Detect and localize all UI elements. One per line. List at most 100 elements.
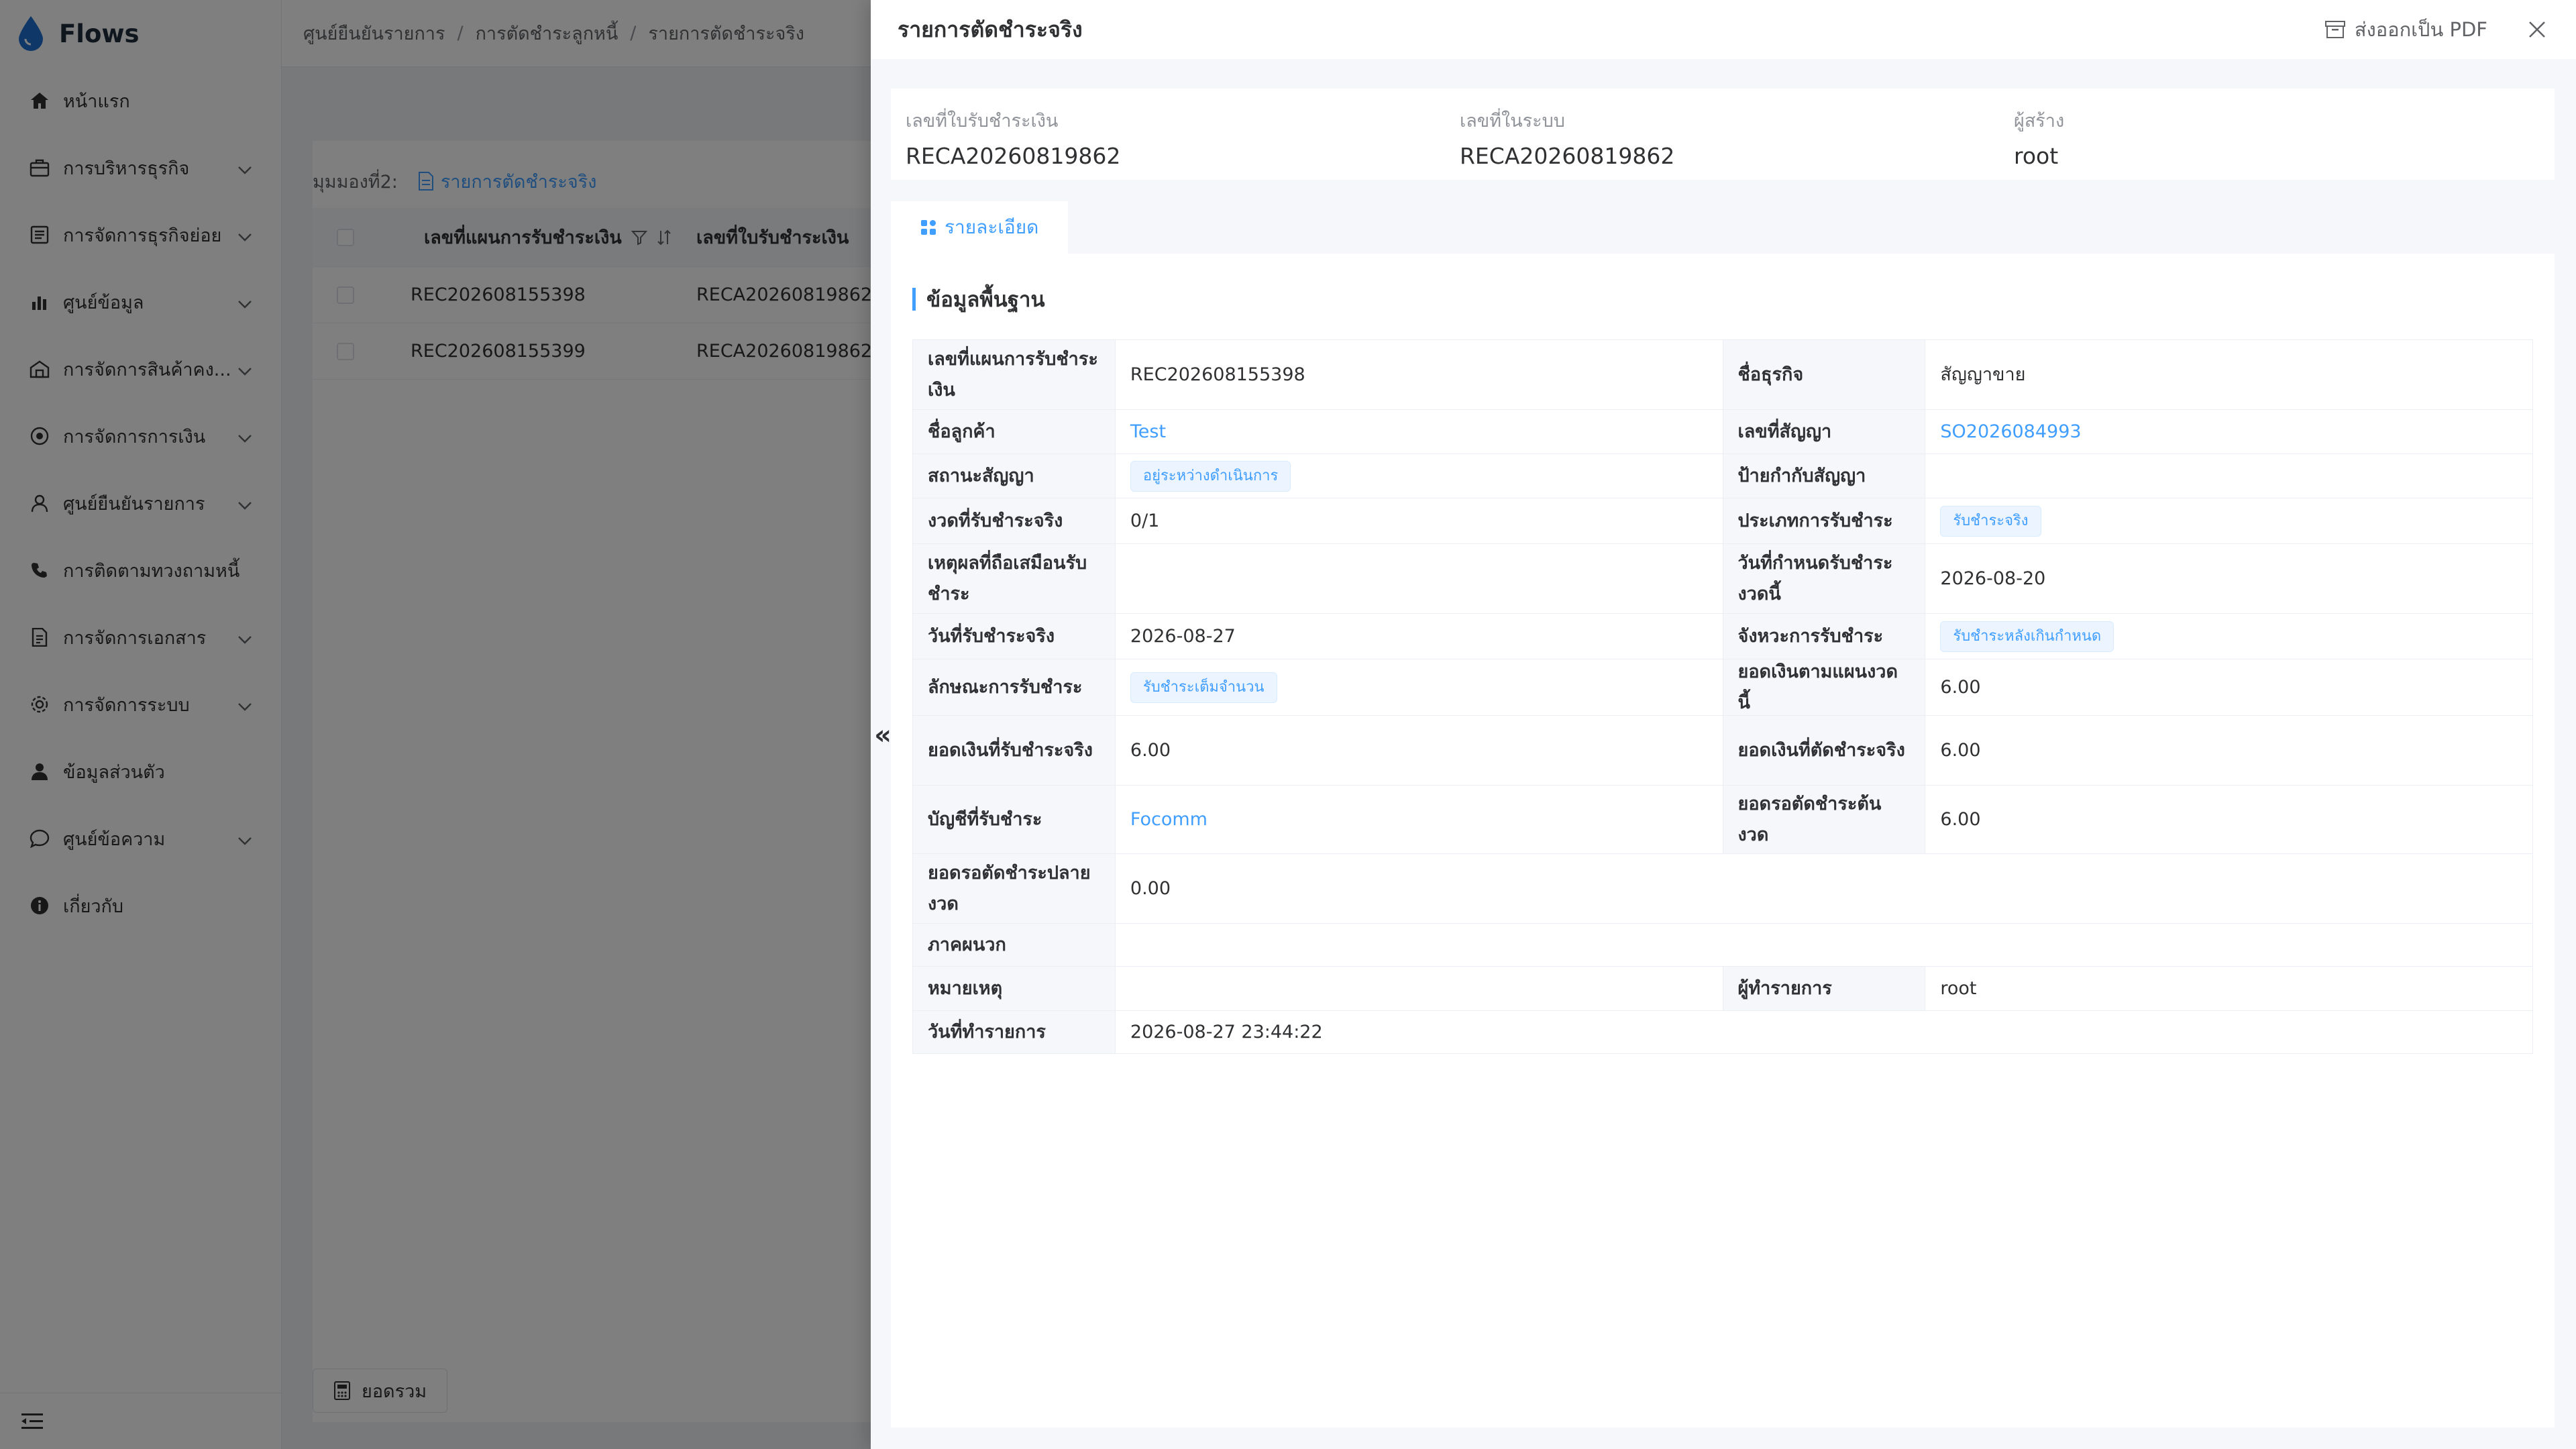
field-value: รับชำระหลังเกินกำหนด [1925, 614, 2533, 659]
field-label: ผู้ทำรายการ [1723, 967, 1926, 1011]
field-label: ภาคผนวก [913, 924, 1116, 967]
field-text: 0.00 [1130, 877, 1171, 899]
field-value: Test [1115, 410, 1723, 454]
field-label: สถานะสัญญา [913, 454, 1116, 498]
field-value: รับชำระจริง [1925, 498, 2533, 544]
field-value: 6.00 [1925, 786, 2533, 854]
field-value: สัญญาขาย [1925, 340, 2533, 410]
field-value: 0.00 [1115, 854, 2533, 924]
description-row: วันที่รับชำระจริง 2026-08-27 จังหวะการรับช… [913, 614, 2533, 659]
field-value: รับชำระเต็มจำนวน [1115, 659, 1723, 716]
field-label: เลขที่สัญญา [1723, 410, 1926, 454]
field-text: 2026-08-27 23:44:22 [1130, 1021, 1323, 1042]
field-label: ยอดเงินที่รับชำระจริง [913, 716, 1116, 786]
description-row: เลขที่แผนการรับชำระเงิน REC202608155398 ชื… [913, 340, 2533, 410]
close-icon [2529, 21, 2545, 38]
meta-summary: เลขที่ใบรับชำระเงิน RECA20260819862 เลขท… [891, 89, 2555, 180]
meta-label: เลขที่ใบรับชำระเงิน [906, 111, 1059, 131]
description-row: ยอดเงินที่รับชำระจริง 6.00 ยอดเงินที่ตัดชำ… [913, 716, 2533, 786]
field-text: 6.00 [1940, 739, 1981, 761]
field-value [1115, 544, 1723, 614]
field-value: 2026-08-27 [1115, 614, 1723, 659]
field-value: 6.00 [1925, 716, 2533, 786]
meta-value: root [2014, 143, 2059, 169]
tab-label: รายละเอียด [945, 216, 1039, 238]
drawer-collapse-toggle[interactable]: « [871, 715, 895, 755]
field-text: 6.00 [1940, 676, 1981, 698]
field-label: ยอดรอตัดชำระต้นงวด [1723, 786, 1926, 854]
details-panel: ข้อมูลพื้นฐาน เลขที่แผนการรับชำระเงิน REC… [891, 254, 2555, 1428]
field-value: Focomm [1115, 786, 1723, 854]
field-value: 6.00 [1115, 716, 1723, 786]
description-table: เลขที่แผนการรับชำระเงิน REC202608155398 ชื… [912, 339, 2533, 1054]
field-value: อยู่ระหว่างดำเนินการ [1115, 454, 1723, 498]
description-row: ยอดรอตัดชำระปลายงวด 0.00 [913, 854, 2533, 924]
field-label: บัญชีที่รับชำระ [913, 786, 1116, 854]
meta-item: ผู้สร้าง root [1999, 89, 2553, 180]
field-text: root [1940, 977, 1977, 999]
field-text: 0/1 [1130, 510, 1160, 531]
description-row: ชื่อลูกค้า Test เลขที่สัญญา SO2026084993 [913, 410, 2533, 454]
close-button[interactable] [2525, 17, 2549, 42]
field-label: เหตุผลที่ถือเสมือนรับชำระ [913, 544, 1116, 614]
description-row: หมายเหตุ ผู้ทำรายการ root [913, 967, 2533, 1011]
field-label: วันที่กำหนดรับชำระงวดนี้ [1723, 544, 1926, 614]
tab-details[interactable]: รายละเอียด [891, 201, 1069, 254]
field-link[interactable]: SO2026084993 [1940, 417, 2081, 447]
field-label: หมายเหตุ [913, 967, 1116, 1011]
meta-item: เลขที่ในระบบ RECA20260819862 [1445, 89, 1999, 180]
field-text: 6.00 [1940, 808, 1981, 830]
section-title-label: ข้อมูลพื้นฐาน [926, 288, 1045, 312]
meta-item: เลขที่ใบรับชำระเงิน RECA20260819862 [891, 89, 1445, 180]
field-label: เลขที่แผนการรับชำระเงิน [913, 340, 1116, 410]
field-label: งวดที่รับชำระจริง [913, 498, 1116, 544]
description-row: ภาคผนวก [913, 924, 2533, 967]
status-badge: อยู่ระหว่างดำเนินการ [1130, 460, 1291, 492]
description-row: สถานะสัญญา อยู่ระหว่างดำเนินการ ป้ายกำกับส… [913, 454, 2533, 498]
field-text: 2026-08-20 [1940, 568, 2046, 589]
field-text: REC202608155398 [1130, 364, 1305, 385]
field-text: สัญญาขาย [1940, 364, 2026, 385]
meta-label: ผู้สร้าง [2014, 111, 2065, 131]
field-value: SO2026084993 [1925, 410, 2533, 454]
drawer-title: รายการตัดชำระจริง [898, 16, 1083, 42]
field-value [1115, 967, 1723, 1011]
field-value [1115, 924, 2533, 967]
section-accent-bar [912, 288, 916, 311]
description-row: วันที่ทำรายการ 2026-08-27 23:44:22 [913, 1011, 2533, 1054]
meta-value: RECA20260819862 [1460, 143, 1675, 169]
export-pdf-button[interactable]: ส่งออกเป็น PDF [2324, 14, 2487, 45]
field-label: ชื่อธุรกิจ [1723, 340, 1926, 410]
field-value: 2026-08-27 23:44:22 [1115, 1011, 2533, 1054]
field-value: 0/1 [1115, 498, 1723, 544]
description-row: งวดที่รับชำระจริง 0/1 ประเภทการรับชำระ รับช… [913, 498, 2533, 544]
field-value: REC202608155398 [1115, 340, 1723, 410]
status-badge: รับชำระจริง [1940, 505, 2041, 537]
grid-icon [921, 220, 936, 235]
field-label: ประเภทการรับชำระ [1723, 498, 1926, 544]
archive-icon [2324, 21, 2345, 38]
export-pdf-label: ส่งออกเป็น PDF [2354, 18, 2487, 41]
field-link[interactable]: Test [1130, 417, 1166, 447]
field-label: ยอดเงินตามแผนงวดนี้ [1723, 659, 1926, 716]
field-text: 6.00 [1130, 739, 1171, 761]
field-label: ยอดเงินที่ตัดชำระจริง [1723, 716, 1926, 786]
description-row: ลักษณะการรับชำระ รับชำระเต็มจำนวน ยอดเงินต… [913, 659, 2533, 716]
description-row: เหตุผลที่ถือเสมือนรับชำระ วันที่กำหนดรับช… [913, 544, 2533, 614]
field-link[interactable]: Focomm [1130, 804, 1208, 835]
field-value: 6.00 [1925, 659, 2533, 716]
field-label: จังหวะการรับชำระ [1723, 614, 1926, 659]
meta-value: RECA20260819862 [906, 143, 1121, 169]
detail-drawer: รายการตัดชำระจริง ส่งออกเป็น PDF เลขที่ใ… [871, 0, 2576, 1449]
field-label: ชื่อลูกค้า [913, 410, 1116, 454]
field-value [1925, 454, 2533, 498]
field-label: ป้ายกำกับสัญญา [1723, 454, 1926, 498]
field-label: วันที่รับชำระจริง [913, 614, 1116, 659]
status-badge: รับชำระหลังเกินกำหนด [1940, 621, 2114, 652]
field-value: root [1925, 967, 2533, 1011]
drawer-tabs: รายละเอียด [891, 201, 1069, 254]
meta-label: เลขที่ในระบบ [1460, 111, 1565, 131]
status-badge: รับชำระเต็มจำนวน [1130, 672, 1277, 703]
field-label: ยอดรอตัดชำระปลายงวด [913, 854, 1116, 924]
field-label: ลักษณะการรับชำระ [913, 659, 1116, 716]
